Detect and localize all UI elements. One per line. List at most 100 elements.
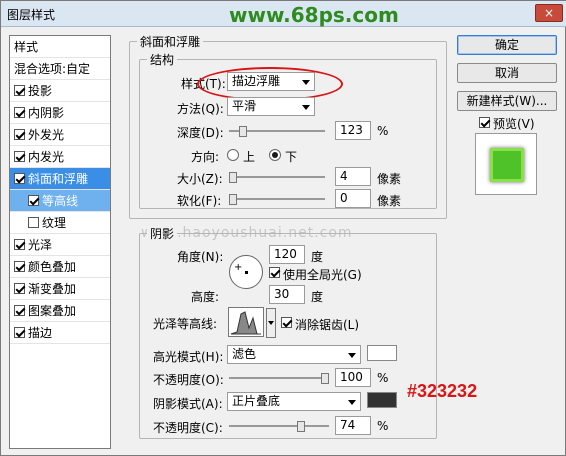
close-button[interactable]: × [535, 4, 563, 22]
highlight-color-swatch[interactable] [367, 345, 397, 361]
style-item-label: 颜色叠加 [28, 260, 77, 274]
antialias-checkbox[interactable] [281, 317, 292, 328]
chevron-down-icon [348, 400, 356, 405]
depth-input[interactable]: 123 [335, 121, 371, 140]
angle-label: 角度(N): [177, 250, 224, 264]
chevron-down-icon[interactable] [266, 308, 276, 338]
angle-dot [245, 271, 248, 274]
size-slider[interactable] [229, 172, 325, 183]
color-annotation: #323232 [407, 381, 478, 401]
style-item-label: 渐变叠加 [28, 282, 77, 296]
method-dropdown[interactable]: 平滑 [227, 97, 315, 116]
slider-track [229, 198, 325, 200]
style-item-drop-shadow[interactable]: 投影 [10, 80, 110, 102]
checkbox-inner-shadow[interactable] [14, 107, 25, 118]
highlight-opacity-unit: % [377, 371, 389, 385]
depth-slider[interactable] [229, 126, 325, 137]
size-unit: 像素 [377, 172, 402, 186]
style-item-texture[interactable]: 纹理 [10, 212, 110, 234]
style-item-label: 投影 [28, 84, 53, 98]
global-light-label: 使用全局光(G) [283, 268, 362, 282]
ok-button[interactable]: 确定 [457, 35, 557, 55]
highlight-opacity-slider[interactable] [229, 373, 329, 384]
soften-input[interactable]: 0 [335, 189, 371, 208]
style-item-gradient-overlay[interactable]: 渐变叠加 [10, 278, 110, 300]
shadow-opacity-label: 不透明度(C): [153, 421, 223, 435]
style-item-label: 外发光 [28, 128, 65, 142]
slider-thumb[interactable] [239, 126, 247, 137]
global-light-checkbox[interactable] [269, 267, 280, 278]
style-item-inner-shadow[interactable]: 内阴影 [10, 102, 110, 124]
style-item-color-overlay[interactable]: 颜色叠加 [10, 256, 110, 278]
style-item-label: 描边 [28, 326, 53, 340]
dialog-title: 图层样式 [7, 8, 56, 22]
angle-unit: 度 [311, 250, 324, 264]
highlight-mode-dropdown[interactable]: 滤色 [227, 345, 361, 364]
style-item-inner-glow[interactable]: 内发光 [10, 146, 110, 168]
gloss-contour-label: 光泽等高线: [153, 317, 218, 331]
site-watermark: www.68ps.com [229, 3, 399, 27]
highlight-opacity-label: 不透明度(O): [153, 373, 224, 387]
slider-thumb[interactable] [229, 172, 237, 183]
highlight-opacity-input[interactable]: 100 [335, 368, 371, 387]
dropdown-value: 正片叠底 [232, 394, 281, 408]
chevron-down-icon [302, 105, 310, 110]
highlight-mode-label: 高光模式(H): [153, 350, 224, 364]
style-item-bevel-emboss[interactable]: 斜面和浮雕 [10, 168, 110, 190]
styles-header[interactable]: 样式 [10, 36, 110, 58]
style-item-pattern-overlay[interactable]: 图案叠加 [10, 300, 110, 322]
style-item-outer-glow[interactable]: 外发光 [10, 124, 110, 146]
slider-thumb[interactable] [229, 194, 237, 205]
shadow-color-swatch[interactable] [367, 392, 397, 408]
checkbox-inner-glow[interactable] [14, 151, 25, 162]
highlight-oval [197, 67, 343, 101]
altitude-input[interactable]: 30 [269, 285, 305, 304]
direction-down-radio[interactable] [269, 149, 281, 161]
slider-track [229, 377, 329, 379]
size-label: 大小(Z): [177, 172, 223, 186]
direction-up-radio[interactable] [227, 149, 239, 161]
slider-thumb[interactable] [297, 421, 305, 432]
style-item-satin[interactable]: 光泽 [10, 234, 110, 256]
checkbox-contour[interactable] [28, 195, 39, 206]
preview-thumbnail [490, 148, 524, 182]
slider-track [229, 425, 329, 427]
shadow-opacity-input[interactable]: 74 [335, 416, 371, 435]
style-item-stroke[interactable]: 描边 [10, 322, 110, 344]
angle-dial[interactable]: + [229, 255, 263, 289]
method-label: 方法(Q): [177, 102, 224, 116]
soften-slider[interactable] [229, 194, 325, 205]
cancel-button[interactable]: 取消 [457, 63, 557, 83]
style-item-contour[interactable]: 等高线 [10, 190, 110, 212]
style-item-label: 等高线 [42, 194, 79, 208]
checkbox-pattern-overlay[interactable] [14, 305, 25, 316]
checkbox-bevel-emboss[interactable] [14, 173, 25, 184]
checkbox-gradient-overlay[interactable] [14, 283, 25, 294]
checkbox-drop-shadow[interactable] [14, 85, 25, 96]
soften-unit: 像素 [377, 194, 402, 208]
checkbox-stroke[interactable] [14, 327, 25, 338]
checkbox-color-overlay[interactable] [14, 261, 25, 272]
slider-thumb[interactable] [321, 373, 329, 384]
shading-title: 阴影 [147, 225, 178, 242]
checkbox-texture[interactable] [28, 217, 39, 228]
checkbox-satin[interactable] [14, 239, 25, 250]
blend-options-item[interactable]: 混合选项:自定 [10, 58, 110, 80]
shadow-mode-dropdown[interactable]: 正片叠底 [227, 392, 361, 411]
depth-unit: % [377, 124, 389, 138]
preview-checkbox[interactable] [479, 117, 490, 128]
style-item-label: 光泽 [28, 238, 53, 252]
size-input[interactable]: 4 [335, 167, 371, 186]
direction-up-label: 上 [243, 150, 256, 164]
style-item-label: 内发光 [28, 150, 65, 164]
shadow-opacity-slider[interactable] [229, 421, 329, 432]
crosshair-icon: + [234, 262, 243, 273]
style-preview [475, 133, 537, 195]
new-style-button[interactable]: 新建样式(W)... [457, 91, 557, 111]
gloss-contour-picker[interactable] [228, 307, 276, 338]
checkbox-outer-glow[interactable] [14, 129, 25, 140]
angle-input[interactable]: 120 [269, 245, 305, 264]
chevron-down-icon [348, 353, 356, 358]
contour-curve-icon [230, 311, 261, 335]
direction-label: 方向: [191, 150, 220, 164]
